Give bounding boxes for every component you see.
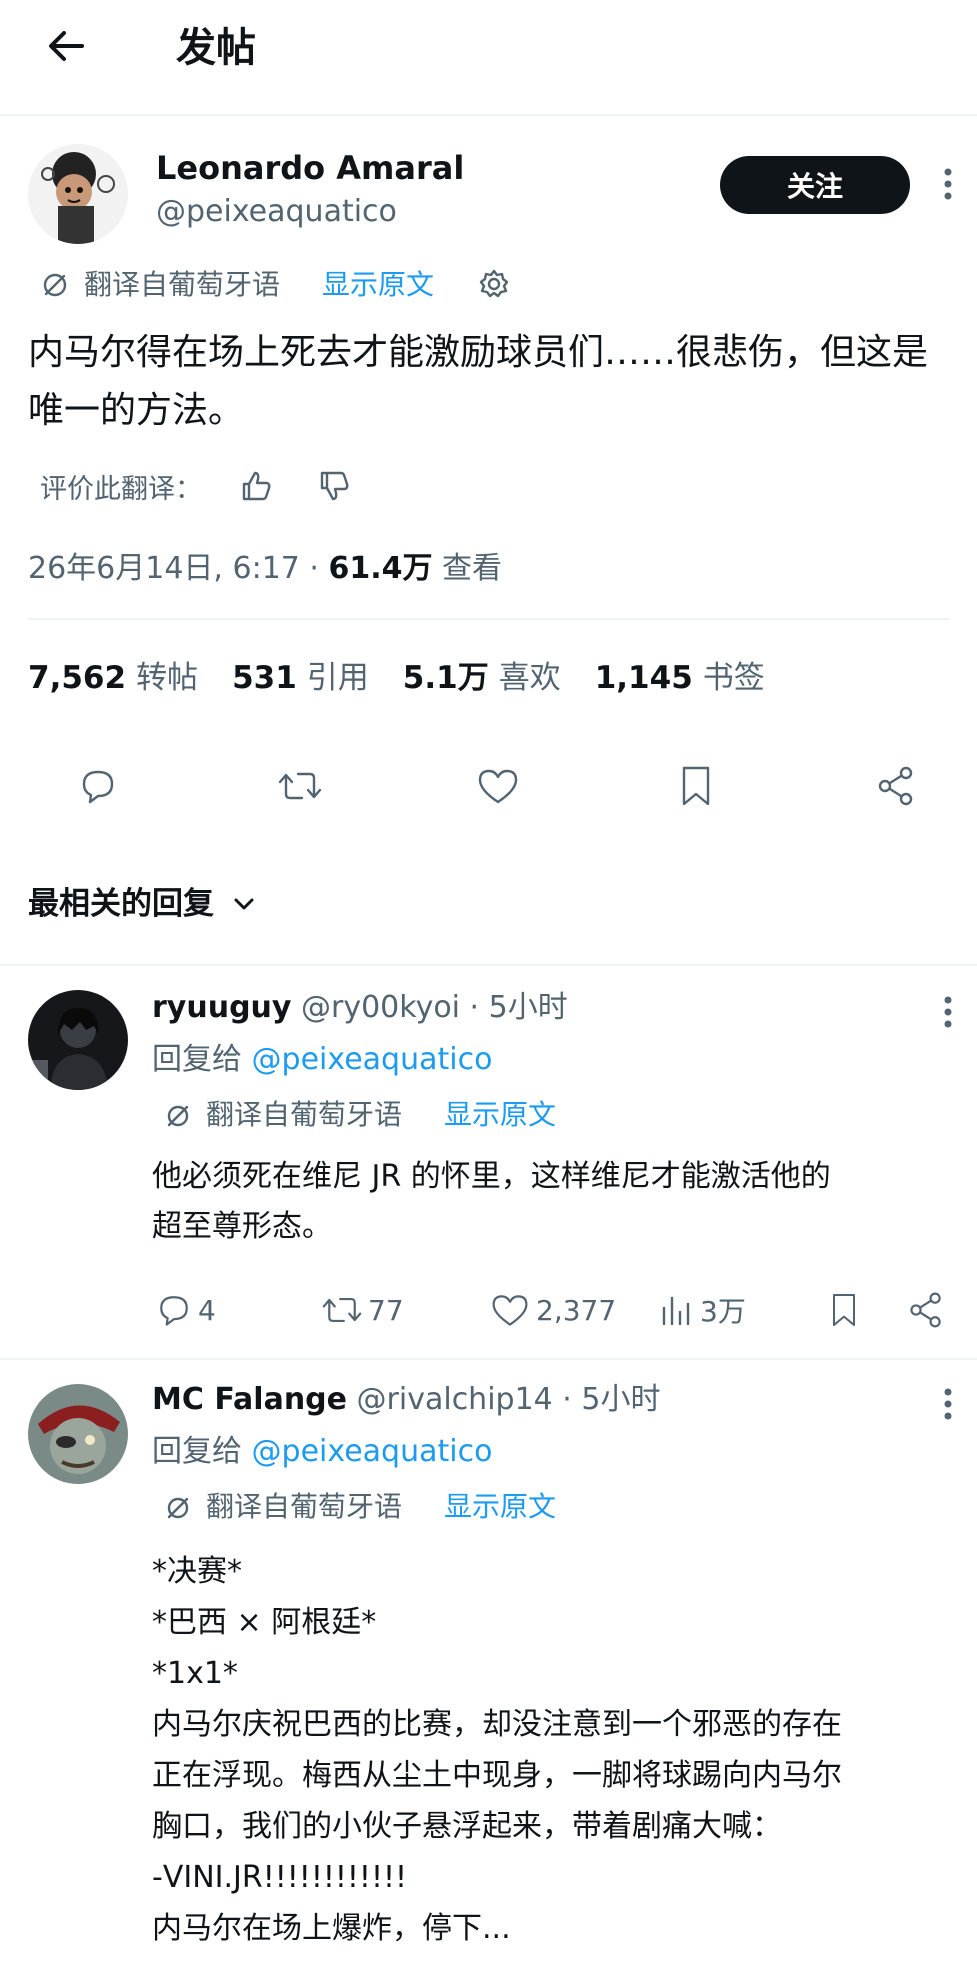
- translated-from-label: 翻译自葡萄牙语: [84, 268, 281, 301]
- translated-from-label: 翻译自葡萄牙语: [206, 1098, 403, 1131]
- bookmarks-count[interactable]: 1,145: [595, 656, 693, 700]
- replies-top-divider: [0, 964, 977, 966]
- bookmarks-label[interactable]: 书签: [703, 656, 765, 700]
- reposts-count[interactable]: 7,562: [28, 656, 126, 700]
- reply-to-line: 回复给 @peixeaquatico: [152, 1430, 492, 1474]
- views-label: 查看: [432, 551, 503, 586]
- post-body: 内马尔得在场上死去才能激励球员们……很悲伤，但这是唯一的方法。: [28, 332, 929, 431]
- post-timestamp: 26年6月14日, 6:17 ·: [28, 551, 329, 586]
- reply-like-action[interactable]: 2,377: [488, 1290, 616, 1330]
- reply-more-icon[interactable]: [938, 1384, 958, 1424]
- bookmark-icon[interactable]: [676, 762, 716, 810]
- reply-avatar[interactable]: [28, 990, 128, 1090]
- post-meta: 26年6月14日, 6:17 · 61.4万 查看: [28, 548, 502, 590]
- follow-button[interactable]: 关注: [720, 156, 910, 214]
- reply-share-icon[interactable]: [906, 1290, 946, 1330]
- reply-text: *决赛* *巴西 × 阿根廷* *1x1* 内马尔庆祝巴西的比赛，却没注意到一个…: [152, 1554, 842, 1946]
- post-stats: 7,562 转帖 531 引用 5.1万 喜欢 1,145 书签: [28, 656, 799, 700]
- reply-to-handle[interactable]: @peixeaquatico: [252, 1434, 493, 1469]
- reply-more-icon[interactable]: [938, 992, 958, 1032]
- reply-views-action[interactable]: 3万: [656, 1290, 746, 1330]
- translate-icon: [164, 1102, 192, 1130]
- reply-reposts-count: 77: [368, 1293, 404, 1327]
- reply-header: MC Falange @rivalchip14 · 5小时: [152, 1378, 660, 1422]
- reply-text: 他必须死在维尼 JR 的怀里，这样维尼才能激活他的 超至尊形态。: [152, 1159, 831, 1244]
- quotes-count[interactable]: 531: [232, 656, 297, 700]
- reply-icon[interactable]: [76, 764, 120, 808]
- reply-bookmark-icon[interactable]: [826, 1290, 862, 1330]
- translated-from-label: 翻译自葡萄牙语: [206, 1490, 403, 1523]
- reply-to-line: 回复给 @peixeaquatico: [152, 1038, 492, 1082]
- reply-repost-action[interactable]: 77: [320, 1290, 404, 1330]
- replies-sort-label: 最相关的回复: [28, 886, 214, 922]
- reply-handle-time[interactable]: @ry00kyoi · 5小时: [301, 990, 568, 1025]
- page-title: 发帖: [176, 25, 256, 71]
- meta-divider: [28, 618, 949, 620]
- author-handle[interactable]: @peixeaquatico: [156, 192, 397, 232]
- like-heart-icon: [488, 1290, 536, 1330]
- repost-icon[interactable]: [276, 764, 324, 808]
- show-original-link[interactable]: 显示原文: [322, 266, 434, 304]
- show-original-link[interactable]: 显示原文: [444, 1096, 556, 1134]
- author-name[interactable]: Leonardo Amaral: [156, 148, 464, 188]
- chevron-down-icon: [230, 890, 258, 918]
- translate-icon: [40, 270, 70, 300]
- reply-replies-count: 4: [198, 1293, 216, 1327]
- reply-reply-action[interactable]: 4: [154, 1290, 216, 1330]
- back-arrow-icon[interactable]: [44, 24, 88, 68]
- reply-divider: [0, 1358, 977, 1360]
- show-original-link[interactable]: 显示原文: [444, 1488, 556, 1526]
- replies-sort-dropdown[interactable]: 最相关的回复: [28, 882, 258, 926]
- share-icon[interactable]: [874, 764, 918, 808]
- reply-header: ryuuguy @ry00kyoi · 5小时: [152, 986, 568, 1030]
- reply-to-prefix: 回复给: [152, 1042, 252, 1077]
- like-heart-icon[interactable]: [474, 764, 522, 808]
- likes-label[interactable]: 喜欢: [499, 656, 561, 700]
- thumbs-down-icon[interactable]: [316, 468, 352, 504]
- settings-gear-icon[interactable]: [476, 266, 512, 302]
- reply-views-count: 3万: [700, 1295, 746, 1328]
- reply-to-handle[interactable]: @peixeaquatico: [252, 1042, 493, 1077]
- translate-icon: [164, 1494, 192, 1522]
- thumbs-up-icon[interactable]: [238, 468, 274, 504]
- reply-icon: [154, 1290, 198, 1330]
- likes-count[interactable]: 5.1万: [403, 656, 489, 700]
- reply-avatar[interactable]: [28, 1384, 128, 1484]
- repost-icon: [320, 1290, 368, 1330]
- reply-author-name[interactable]: ryuuguy: [152, 990, 291, 1025]
- author-avatar[interactable]: [28, 144, 128, 244]
- reply-to-prefix: 回复给: [152, 1434, 252, 1469]
- reply-author-name[interactable]: MC Falange: [152, 1382, 347, 1417]
- reply-handle-time[interactable]: @rivalchip14 · 5小时: [357, 1382, 661, 1417]
- rate-translation-label: 评价此翻译：: [40, 474, 202, 505]
- views-count: 61.4万: [328, 551, 433, 586]
- reply-likes-count: 2,377: [536, 1293, 617, 1327]
- reposts-label[interactable]: 转帖: [136, 656, 198, 700]
- views-chart-icon: [656, 1290, 700, 1330]
- quotes-label[interactable]: 引用: [307, 656, 369, 700]
- header-divider: [0, 114, 977, 116]
- more-options-icon[interactable]: [938, 164, 958, 204]
